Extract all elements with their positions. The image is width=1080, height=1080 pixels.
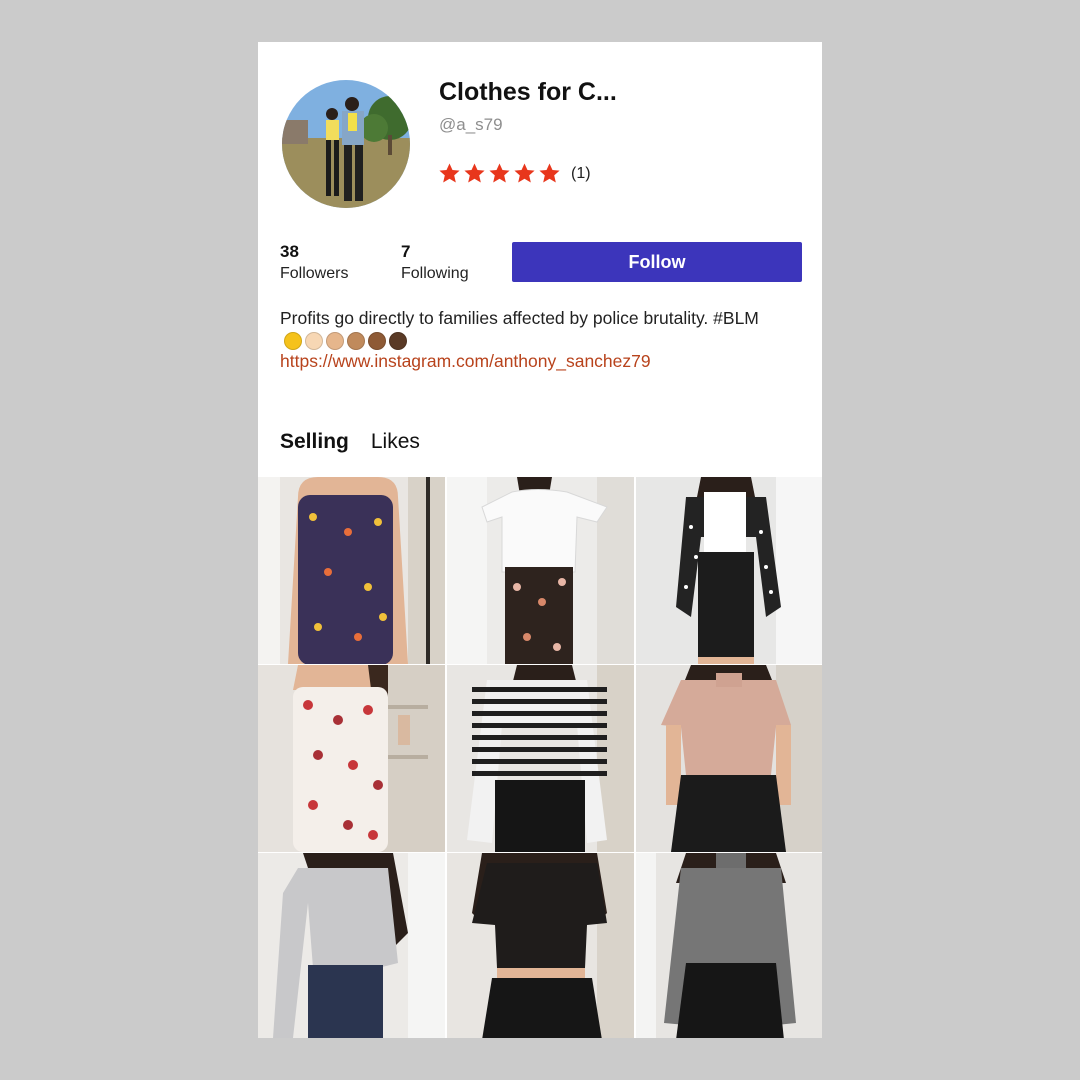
following-count: 7: [401, 242, 411, 261]
listing-tile-2[interactable]: [447, 477, 634, 664]
listing-tile-9[interactable]: [636, 853, 822, 1038]
listing-photo: [636, 853, 822, 1038]
listing-tile-4[interactable]: [258, 665, 445, 852]
listing-photo: [447, 853, 634, 1038]
followers-stat[interactable]: 38 Followers: [280, 242, 348, 283]
raised-fist-medium-icon: [347, 332, 365, 351]
listing-photo: [447, 477, 634, 664]
shop-name: Clothes for C...: [439, 78, 617, 106]
listing-tile-1[interactable]: [258, 477, 445, 664]
listing-tile-5[interactable]: [447, 665, 634, 852]
followers-count: 38: [280, 242, 299, 261]
seller-rating[interactable]: (1): [438, 162, 591, 185]
raised-fist-yellow-icon: [284, 332, 302, 351]
star-icon: [489, 163, 510, 183]
listing-tile-3[interactable]: [636, 477, 822, 664]
raised-fist-medium-dark-icon: [368, 332, 386, 351]
rating-stars: [438, 162, 561, 185]
listing-photo: [258, 853, 445, 1038]
star-icon: [539, 163, 560, 183]
raised-fist-dark-icon: [389, 332, 407, 351]
bio-emoji-group: [284, 332, 407, 351]
profile-tabs: Selling Likes: [280, 430, 420, 454]
listing-tile-7[interactable]: [258, 853, 445, 1038]
star-icon: [464, 163, 485, 183]
following-label: Following: [401, 265, 469, 282]
listing-photo: [258, 665, 445, 852]
followers-label: Followers: [280, 265, 349, 282]
listing-photo: [447, 665, 634, 852]
listing-photo: [636, 477, 822, 664]
star-icon: [439, 163, 460, 183]
tab-selling[interactable]: Selling: [280, 430, 349, 454]
star-icon: [514, 163, 535, 183]
profile-bio: Profits go directly to families affected…: [280, 307, 800, 351]
listing-photo: [636, 665, 822, 852]
listing-tile-6[interactable]: [636, 665, 822, 852]
bio-link[interactable]: https://www.instagram.com/anthony_sanche…: [280, 351, 651, 372]
following-stat[interactable]: 7 Following: [401, 242, 469, 283]
listings-grid: [258, 477, 822, 1038]
listing-photo: [258, 477, 445, 664]
raised-fist-light-icon: [305, 332, 323, 351]
rating-count: (1): [571, 164, 591, 182]
listing-tile-8[interactable]: [447, 853, 634, 1038]
username-handle: @a_s79: [439, 115, 503, 134]
profile-card: Clothes for C... @a_s79 (1) 38 Followers…: [258, 42, 822, 1038]
follow-button[interactable]: Follow: [512, 242, 802, 282]
profile-avatar[interactable]: [282, 80, 410, 208]
tab-likes[interactable]: Likes: [371, 430, 420, 454]
bio-text: Profits go directly to families affected…: [280, 308, 759, 328]
raised-fist-medium-light-icon: [326, 332, 344, 351]
